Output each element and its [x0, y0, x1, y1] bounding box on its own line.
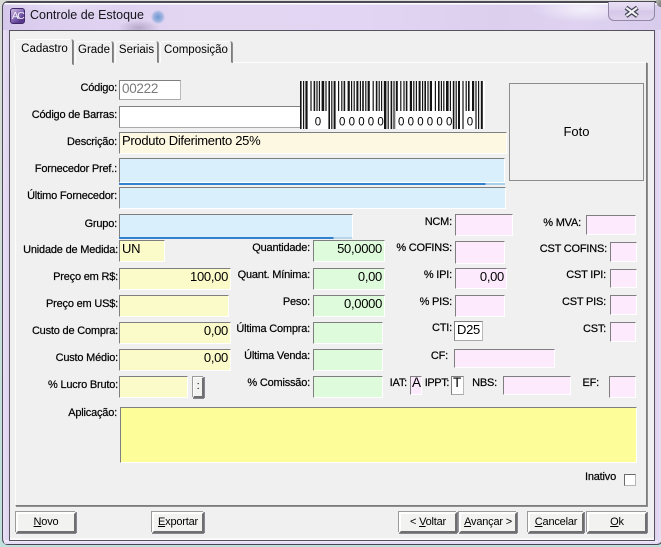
svg-text:000000: 000000	[398, 117, 456, 129]
svg-text:00000: 00000	[339, 117, 387, 129]
svg-text:0: 0	[315, 117, 321, 129]
svg-text:0: 0	[467, 117, 473, 129]
